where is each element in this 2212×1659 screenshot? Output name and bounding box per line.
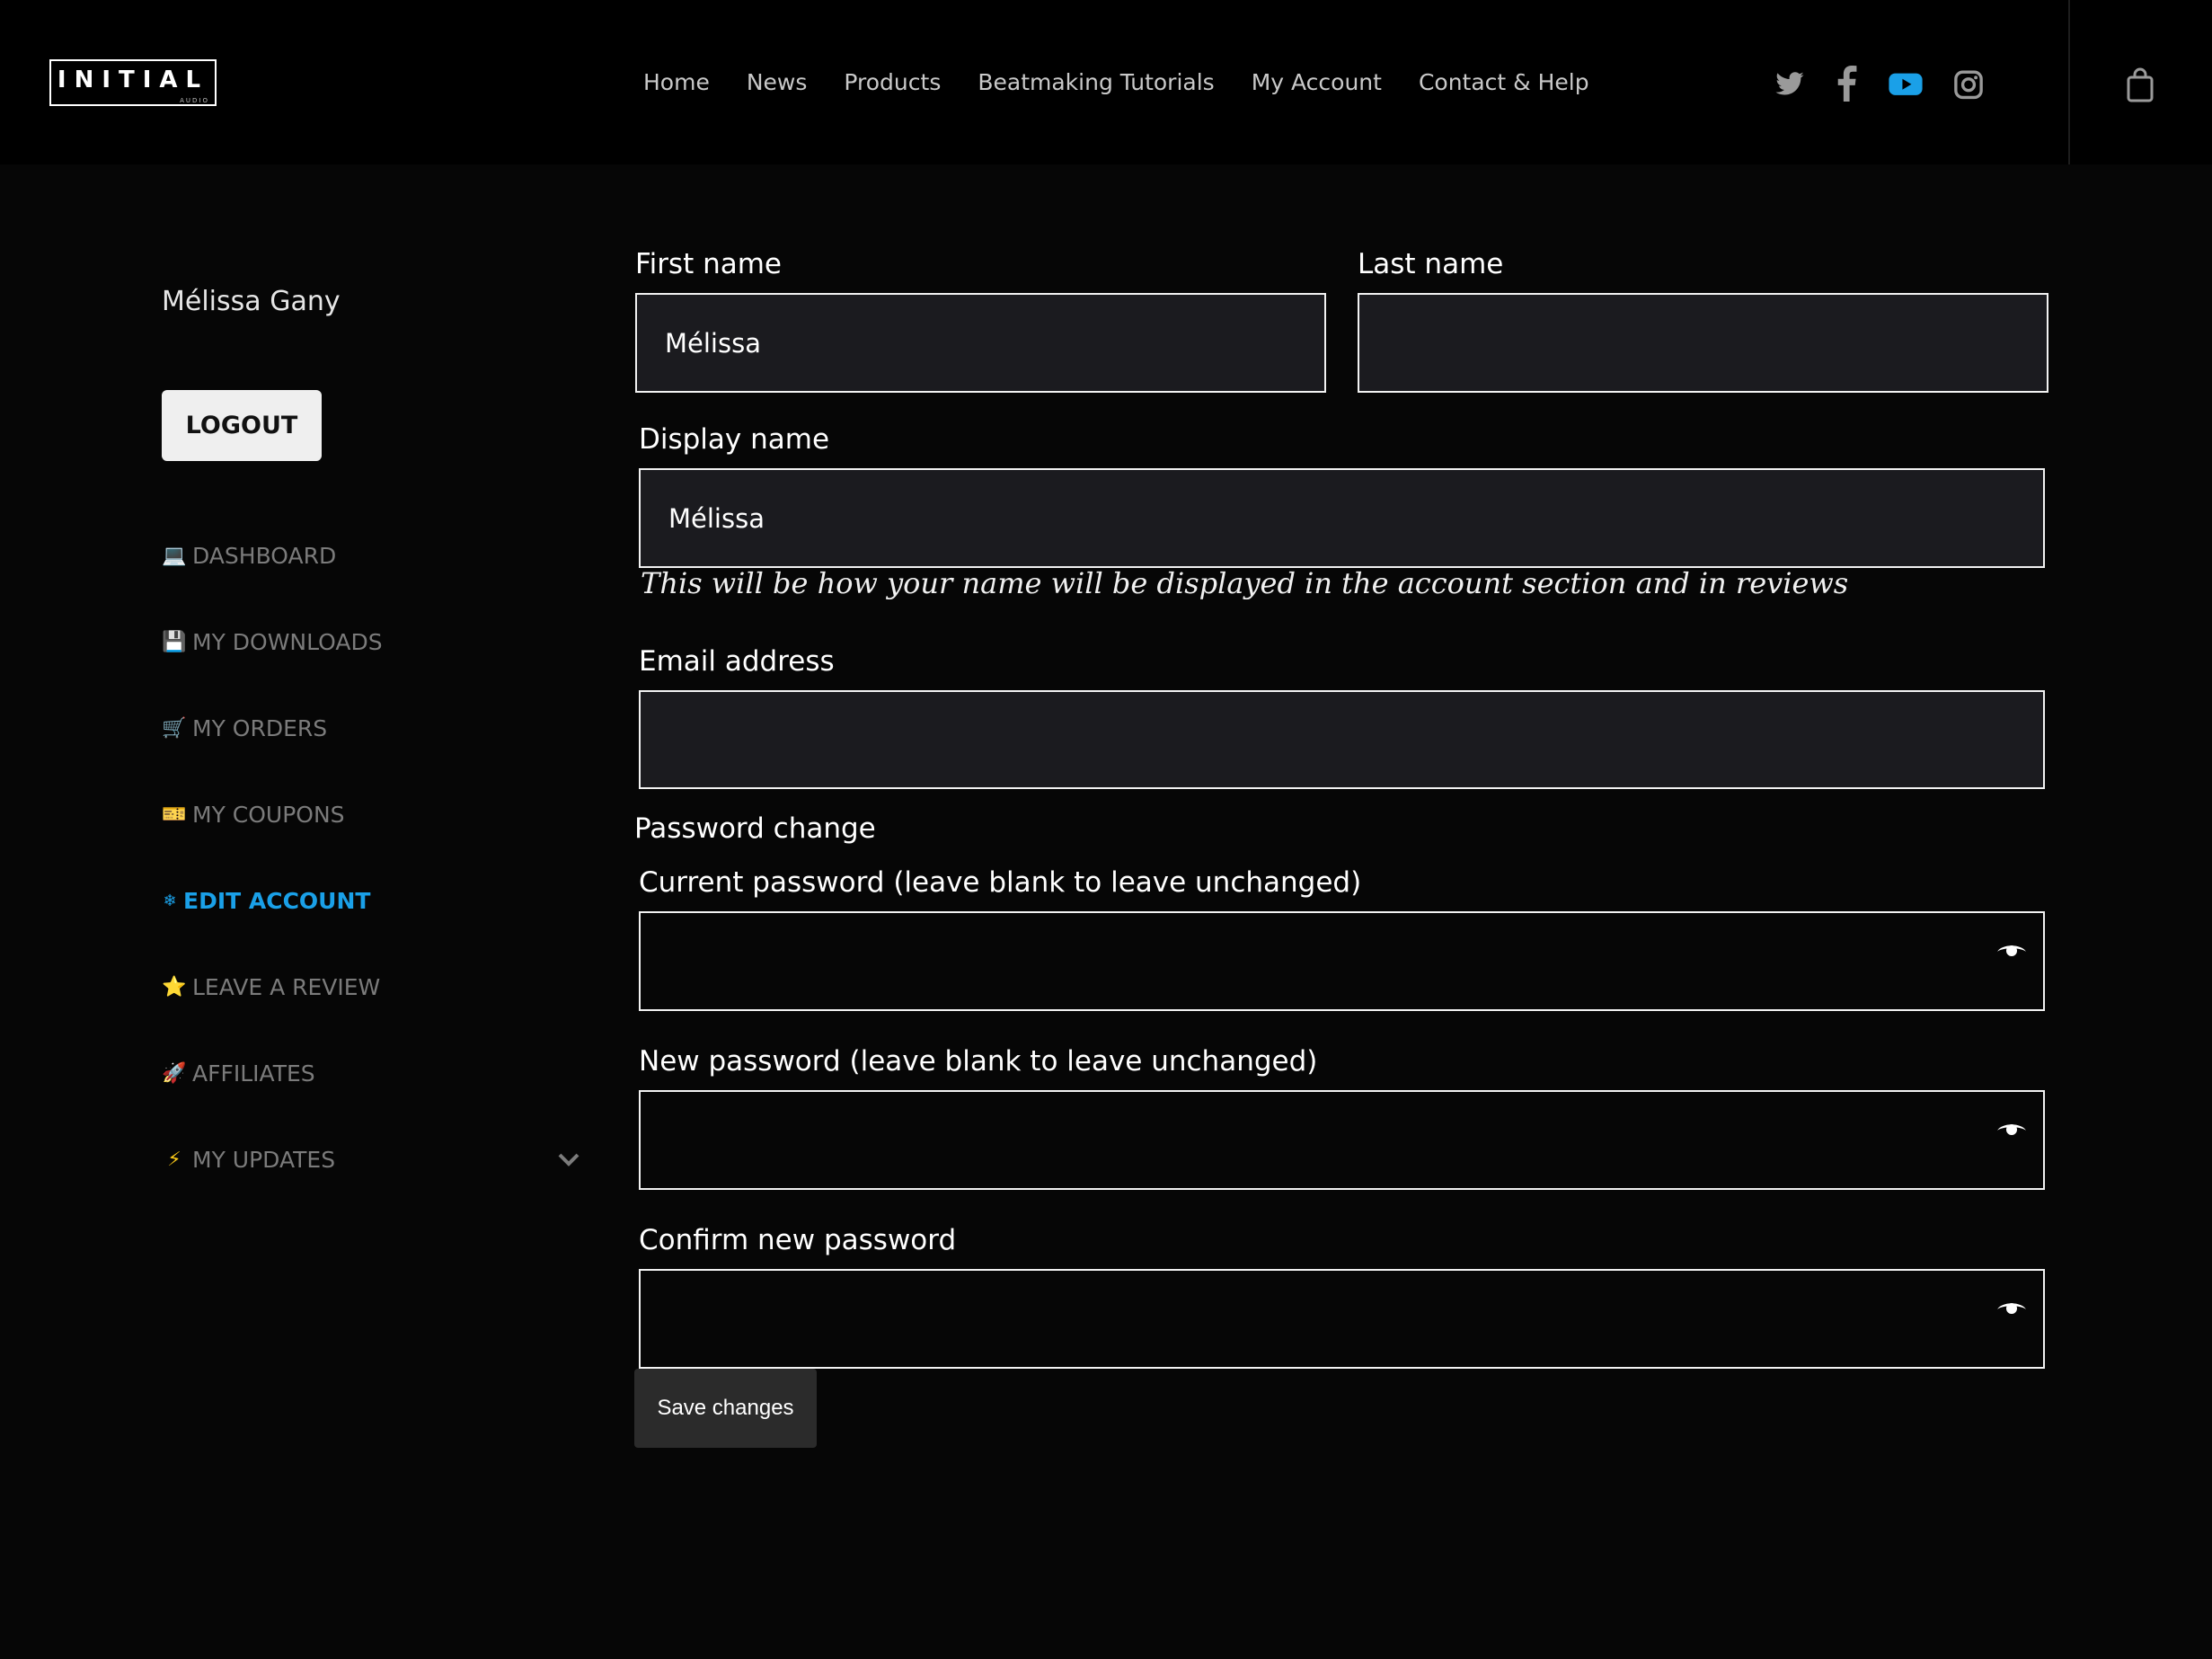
nav-my-account[interactable]: My Account	[1252, 69, 1382, 95]
first-name-field[interactable]	[635, 293, 1326, 393]
first-name-label: First name	[635, 248, 783, 280]
nav-beatmaking-tutorials[interactable]: Beatmaking Tutorials	[978, 69, 1214, 95]
email-label: Email address	[639, 645, 835, 678]
confirm-password-field[interactable]	[639, 1269, 2045, 1369]
sidebar-item-label: DASHBOARD	[192, 543, 337, 569]
new-password-field[interactable]	[639, 1090, 2045, 1190]
sidebar-item-affiliates[interactable]: 🚀 AFFILIATES	[162, 1060, 315, 1087]
floppy-disk-icon: 💾	[162, 631, 187, 653]
nav-home[interactable]: Home	[643, 69, 710, 95]
sidebar-item-label: MY COUPONS	[192, 802, 345, 828]
display-name-field[interactable]	[639, 468, 2045, 568]
sidebar-item-label: MY DOWNLOADS	[192, 629, 383, 655]
show-password-eye-icon[interactable]	[1996, 941, 2027, 963]
laptop-icon: 💻	[162, 545, 187, 567]
sidebar-item-my-coupons[interactable]: 🎫 MY COUPONS	[162, 802, 345, 828]
instagram-icon[interactable]	[1952, 66, 1985, 102]
main-nav: Home News Products Beatmaking Tutorials …	[643, 69, 1589, 95]
facebook-icon[interactable]	[1834, 66, 1859, 102]
nav-products[interactable]: Products	[844, 69, 941, 95]
show-password-eye-icon[interactable]	[1996, 1120, 2027, 1141]
sidebar-item-my-orders[interactable]: 🛒 MY ORDERS	[162, 715, 327, 741]
chevron-down-icon[interactable]	[557, 1150, 580, 1172]
sidebar-item-dashboard[interactable]: 💻 DASHBOARD	[162, 543, 336, 569]
lightning-icon: ⚡	[167, 1149, 181, 1171]
sidebar-item-label: MY ORDERS	[192, 715, 328, 741]
display-name-hint: This will be how your name will be displ…	[641, 566, 1849, 600]
password-change-title: Password change	[634, 812, 876, 845]
user-name: Mélissa Gany	[162, 286, 341, 317]
display-name-label: Display name	[639, 423, 830, 456]
shopping-cart-icon: 🛒	[162, 717, 187, 740]
sidebar-item-label: EDIT ACCOUNT	[183, 888, 371, 914]
twitter-icon[interactable]	[1774, 66, 1805, 102]
logo-subtext: AUDIO	[180, 97, 209, 104]
snowflake-icon: ❄	[163, 892, 177, 910]
rocket-icon: 🚀	[162, 1062, 187, 1085]
star-icon: ⭐	[162, 976, 187, 998]
sidebar-item-leave-a-review[interactable]: ⭐ LEAVE A REVIEW	[162, 974, 380, 1000]
sidebar-item-label: AFFILIATES	[192, 1060, 315, 1087]
last-name-field[interactable]	[1358, 293, 2048, 393]
current-password-field[interactable]	[639, 911, 2045, 1011]
ticket-icon: 🎫	[162, 803, 187, 826]
sidebar-item-my-updates[interactable]: ⚡ MY UPDATES	[162, 1147, 335, 1173]
sidebar-item-label: MY UPDATES	[192, 1147, 336, 1173]
sidebar-item-my-downloads[interactable]: 💾 MY DOWNLOADS	[162, 629, 383, 655]
shopping-bag-icon[interactable]	[2127, 67, 2154, 106]
youtube-icon[interactable]	[1888, 66, 1924, 102]
new-password-label: New password (leave blank to leave uncha…	[639, 1045, 1318, 1078]
site-header: INITIAL AUDIO Home News Products Beatmak…	[0, 0, 2212, 164]
header-divider	[2068, 0, 2070, 164]
sidebar-item-label: LEAVE A REVIEW	[192, 974, 381, 1000]
nav-news[interactable]: News	[747, 69, 808, 95]
logo-text: INITIAL	[57, 67, 209, 93]
sidebar-item-edit-account[interactable]: ❄ EDIT ACCOUNT	[162, 888, 370, 914]
save-changes-button[interactable]: Save changes	[634, 1369, 817, 1448]
last-name-label: Last name	[1358, 248, 1504, 280]
site-logo[interactable]: INITIAL AUDIO	[49, 59, 217, 106]
show-password-eye-icon[interactable]	[1996, 1299, 2027, 1320]
logout-button[interactable]: LOGOUT	[162, 390, 322, 461]
current-password-label: Current password (leave blank to leave u…	[639, 866, 1362, 899]
email-field[interactable]	[639, 690, 2045, 789]
nav-contact-help[interactable]: Contact & Help	[1419, 69, 1589, 95]
confirm-password-label: Confirm new password	[639, 1224, 957, 1256]
